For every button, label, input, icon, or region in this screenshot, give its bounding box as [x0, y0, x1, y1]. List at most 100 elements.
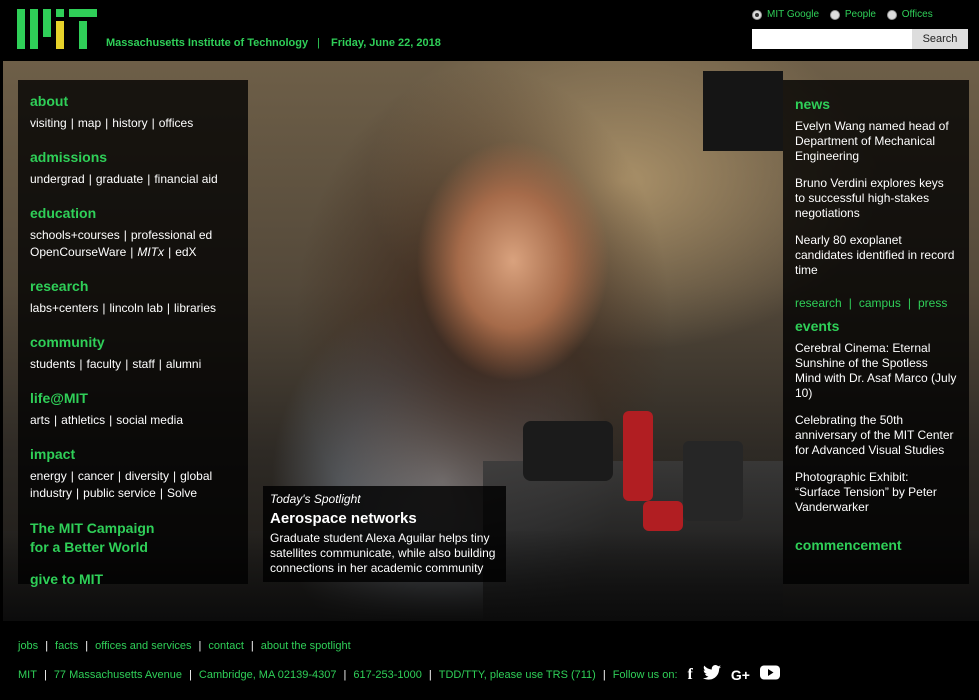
- nav-link-industry[interactable]: industry: [30, 486, 72, 500]
- nav-link-schools-courses[interactable]: schools+courses: [30, 228, 120, 242]
- footer-link-jobs[interactable]: jobs: [18, 640, 38, 652]
- red-optic-mount: [623, 411, 653, 501]
- nav-link-solve[interactable]: Solve: [167, 486, 197, 500]
- mit-logo[interactable]: [17, 9, 97, 49]
- background-monitor: [703, 71, 783, 151]
- footer-tdd: TDD/TTY, please use TRS (711): [438, 668, 596, 681]
- footer-link-contact[interactable]: contact: [208, 640, 243, 652]
- nav-section-research: research labs+centers | lincoln lab | librar…: [30, 278, 236, 317]
- nav-link-global[interactable]: global: [180, 469, 212, 483]
- search-input[interactable]: [752, 29, 912, 49]
- optical-component: [523, 421, 613, 481]
- footer-address: 77 Massachusetts Avenue: [53, 668, 183, 681]
- nav-link-social-media[interactable]: social media: [116, 413, 183, 427]
- nav-link-public-service[interactable]: public service: [83, 486, 156, 500]
- campaign-link[interactable]: The MIT Campaign for a Better World: [30, 519, 236, 557]
- news-link-campus[interactable]: campus: [859, 296, 901, 310]
- social-links: f G+: [688, 665, 790, 684]
- footer-link-offices-services[interactable]: offices and services: [95, 640, 191, 652]
- spotlight-title[interactable]: Aerospace networks: [270, 510, 499, 527]
- nav-link-cancer[interactable]: cancer: [78, 469, 114, 483]
- optical-component: [683, 441, 743, 521]
- youtube-icon[interactable]: [759, 665, 780, 684]
- nav-link-financial-aid[interactable]: financial aid: [154, 172, 217, 186]
- events-heading[interactable]: events: [795, 318, 957, 334]
- nav-link-edx[interactable]: edX: [175, 245, 196, 259]
- nav-link-arts[interactable]: arts: [30, 413, 50, 427]
- nav-heading-research[interactable]: research: [30, 278, 236, 294]
- current-date: Friday, June 22, 2018: [331, 37, 441, 49]
- commencement-link[interactable]: commencement: [795, 537, 957, 553]
- nav-section-admissions: admissions undergrad | graduate | financial …: [30, 149, 236, 188]
- red-optic-mount: [643, 501, 683, 531]
- spotlight-description: Graduate student Alexa Aguilar helps tin…: [270, 531, 496, 575]
- search-scope-options: MIT Google People Offices: [752, 9, 941, 23]
- event-item[interactable]: Celebrating the 50th anniversary of the …: [795, 413, 957, 458]
- nav-link-visiting[interactable]: visiting: [30, 116, 67, 130]
- search-option-people[interactable]: People: [829, 9, 876, 20]
- facebook-icon[interactable]: f: [688, 666, 693, 683]
- footer-mit[interactable]: MIT: [18, 669, 37, 681]
- site-footer: jobs | facts | offices and services | contact |…: [0, 621, 979, 700]
- nav-link-diversity[interactable]: diversity: [125, 469, 169, 483]
- left-navigation: about visiting | map | history | offices admis…: [18, 80, 248, 587]
- nav-link-athletics[interactable]: athletics: [61, 413, 105, 427]
- spotlight-card[interactable]: Today's Spotlight Aerospace networks Gra…: [263, 486, 506, 582]
- search-option-offices[interactable]: Offices: [886, 9, 933, 20]
- news-category-links: research | campus | press: [795, 296, 948, 310]
- nav-link-students[interactable]: students: [30, 357, 75, 371]
- nav-link-labs-centers[interactable]: labs+centers: [30, 301, 98, 315]
- footer-contact-info: MIT | 77 Massachusetts Avenue | Cambridge, M…: [18, 665, 790, 684]
- nav-heading-impact[interactable]: impact: [30, 446, 236, 462]
- event-item[interactable]: Photographic Exhibit: “Surface Tension” …: [795, 470, 957, 515]
- nav-heading-education[interactable]: education: [30, 205, 236, 221]
- nav-link-offices[interactable]: offices: [159, 116, 193, 130]
- search-option-mit-google[interactable]: MIT Google: [752, 9, 819, 20]
- nav-link-graduate[interactable]: graduate: [96, 172, 143, 186]
- twitter-icon[interactable]: [702, 665, 721, 684]
- nav-section-community: community students | faculty | staff | alumni: [30, 334, 236, 373]
- nav-link-map[interactable]: map: [78, 116, 101, 130]
- news-heading[interactable]: news: [795, 96, 957, 112]
- news-link-press[interactable]: press: [918, 296, 947, 310]
- radio-icon[interactable]: [886, 9, 897, 20]
- footer-link-about-spotlight[interactable]: about the spotlight: [261, 640, 351, 652]
- header-separator: |: [317, 37, 320, 49]
- nav-link-libraries[interactable]: libraries: [174, 301, 216, 315]
- site-header: Massachusetts Institute of Technology | …: [0, 0, 979, 60]
- nav-section-life: life@MIT arts | athletics | social media: [30, 390, 236, 429]
- nav-heading-community[interactable]: community: [30, 334, 236, 350]
- nav-link-undergrad[interactable]: undergrad: [30, 172, 85, 186]
- nav-section-education: education schools+courses | professional e…: [30, 205, 236, 261]
- google-plus-icon[interactable]: G+: [731, 667, 750, 683]
- nav-link-opencourseware[interactable]: OpenCourseWare: [30, 245, 126, 259]
- news-events-panel: news Evelyn Wang named head of Departmen…: [783, 80, 969, 584]
- nav-link-staff[interactable]: staff: [132, 357, 154, 371]
- institution-name[interactable]: Massachusetts Institute of Technology: [106, 37, 308, 49]
- nav-link-energy[interactable]: energy: [30, 469, 67, 483]
- news-link-research[interactable]: research: [795, 296, 842, 310]
- radio-icon[interactable]: [829, 9, 840, 20]
- give-to-mit-link[interactable]: give to MIT: [30, 571, 236, 587]
- event-item[interactable]: Cerebral Cinema: Eternal Sunshine of the…: [795, 341, 957, 401]
- footer-links: jobs | facts | offices and services | contact |…: [18, 640, 351, 652]
- news-item[interactable]: Evelyn Wang named head of Department of …: [795, 119, 957, 164]
- nav-link-mitx[interactable]: MITx: [137, 245, 164, 259]
- radio-selected-icon[interactable]: [752, 9, 762, 20]
- search-button[interactable]: Search: [912, 29, 968, 49]
- news-item[interactable]: Nearly 80 exoplanet candidates identifie…: [795, 233, 957, 278]
- follow-us-label: Follow us on:: [612, 668, 678, 681]
- news-item[interactable]: Bruno Verdini explores keys to successfu…: [795, 176, 957, 221]
- nav-link-lincoln-lab[interactable]: lincoln lab: [110, 301, 163, 315]
- footer-link-facts[interactable]: facts: [55, 640, 78, 652]
- nav-link-history[interactable]: history: [112, 116, 147, 130]
- footer-city: Cambridge, MA 02139-4307: [198, 668, 337, 681]
- nav-section-impact: impact energy | cancer | diversity | global in…: [30, 446, 236, 502]
- nav-link-professional-ed[interactable]: professional ed: [131, 228, 212, 242]
- nav-heading-admissions[interactable]: admissions: [30, 149, 236, 165]
- nav-heading-life-at-mit[interactable]: life@MIT: [30, 390, 236, 406]
- nav-heading-about[interactable]: about: [30, 93, 236, 109]
- nav-link-alumni[interactable]: alumni: [166, 357, 201, 371]
- nav-link-faculty[interactable]: faculty: [87, 357, 122, 371]
- spotlight-label: Today's Spotlight: [270, 492, 361, 506]
